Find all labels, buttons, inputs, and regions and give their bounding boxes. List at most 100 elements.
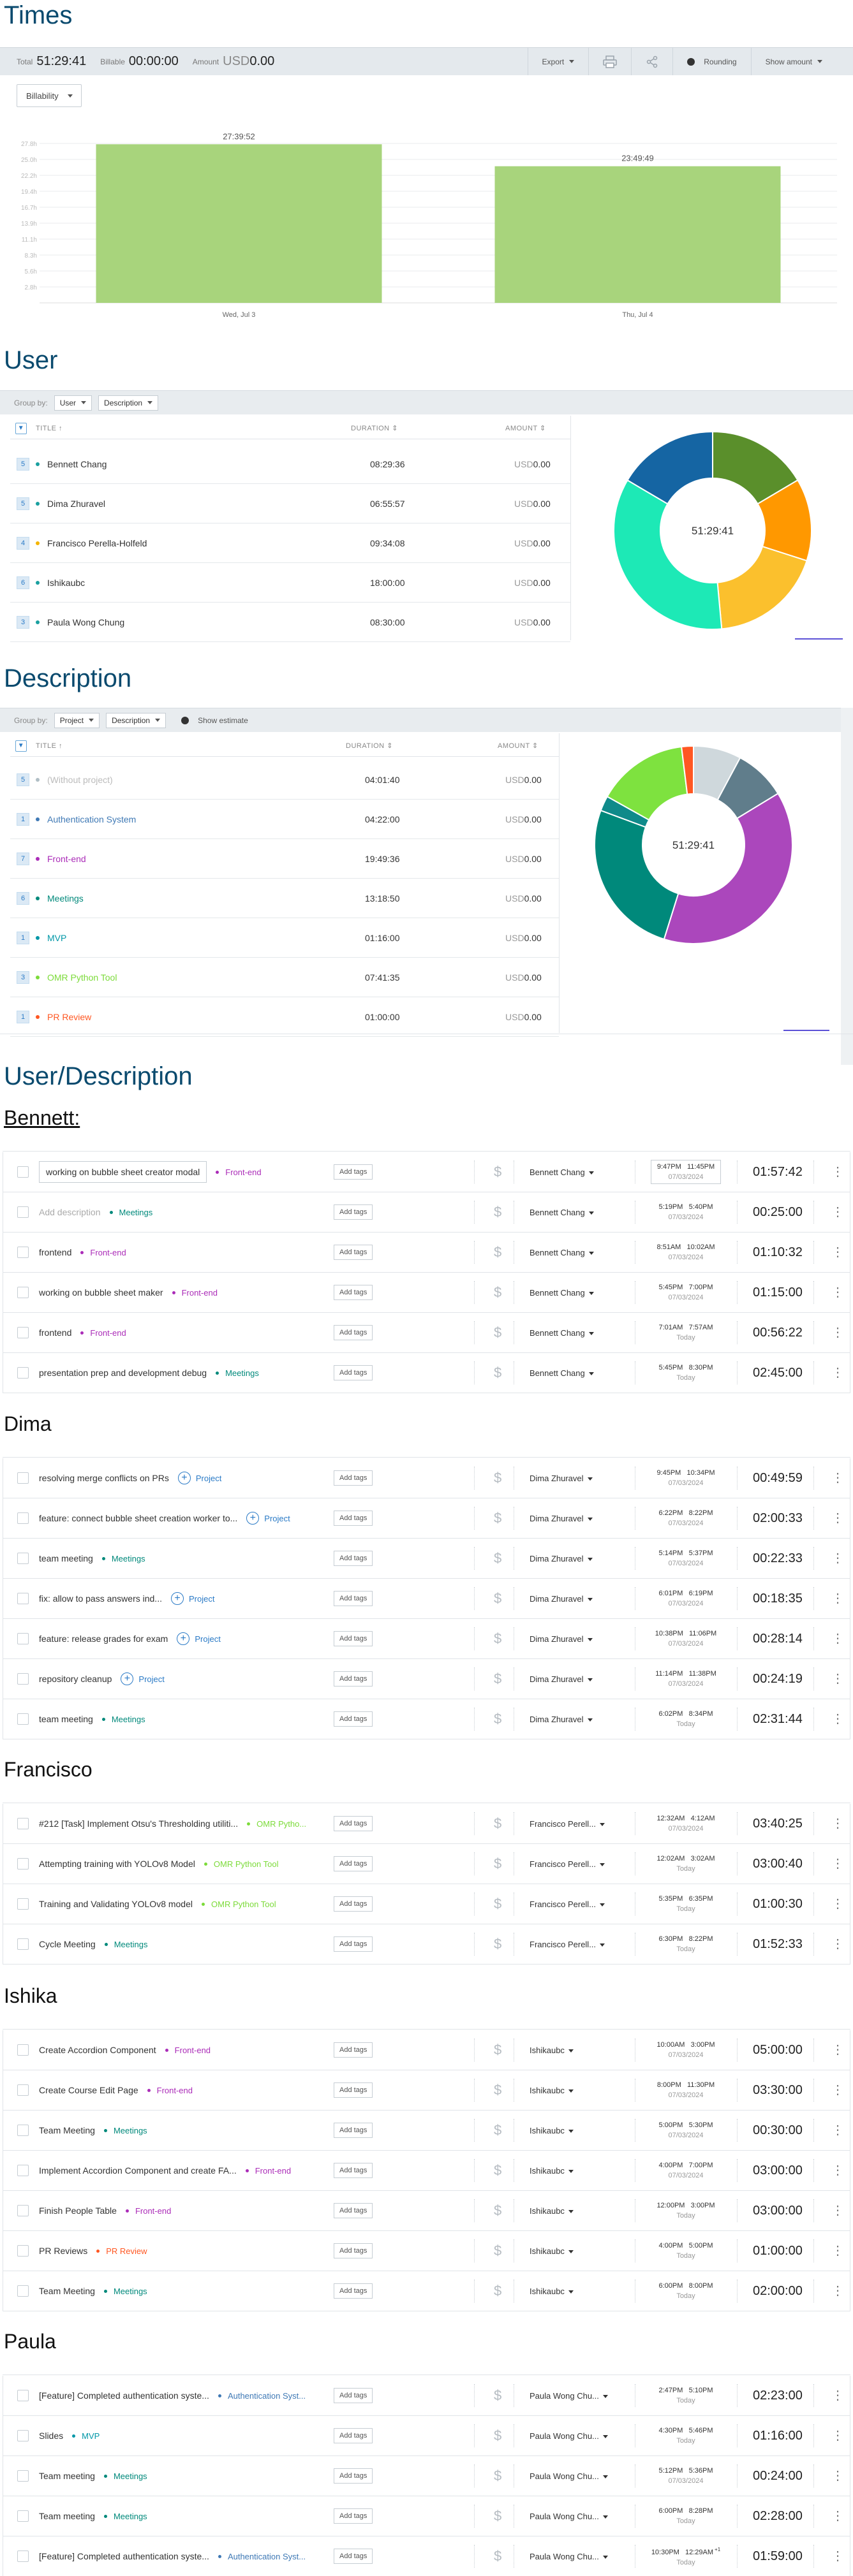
time-entry-row[interactable]: Attempting training with YOLOv8 Model OMR… [3, 1844, 850, 1884]
row-checkbox[interactable] [17, 1673, 29, 1685]
time-entry-row[interactable]: Training and Validating YOLOv8 model OMR … [3, 1884, 850, 1924]
user-select[interactable]: Bennett Chang [530, 1248, 625, 1257]
list-item[interactable]: 1 MVP 01:16:00 USD0.00 [10, 918, 559, 958]
description-input[interactable]: Team meeting [39, 2471, 95, 2481]
end-time[interactable]: 11:45PM [687, 1163, 715, 1171]
project-picker[interactable]: Meetings [216, 1368, 259, 1378]
entry-date[interactable]: 07/03/2024 [651, 1518, 721, 1528]
time-range[interactable]: 5:00PM 5:30PM 07/03/2024 [651, 2120, 721, 2141]
more-options-icon[interactable]: ⋮ [831, 2550, 844, 2563]
list-item[interactable]: 4 Francisco Perella-Holfeld 09:34:08 USD0.0… [10, 523, 570, 563]
more-options-icon[interactable]: ⋮ [831, 1472, 844, 1484]
entry-date[interactable]: 07/03/2024 [651, 1679, 721, 1689]
end-time[interactable]: 5:00PM [689, 2242, 713, 2250]
entry-duration[interactable]: 01:10:32 [753, 1245, 803, 1260]
rounding-toggle[interactable]: Rounding [672, 48, 750, 75]
end-time[interactable]: 5:46PM [689, 2427, 713, 2434]
description-input[interactable]: Attempting training with YOLOv8 Model [39, 1859, 195, 1869]
entry-date[interactable]: 07/03/2024 [651, 1212, 721, 1222]
start-time[interactable]: 6:22PM [658, 1509, 683, 1517]
add-tags-button[interactable]: Add tags [334, 1816, 373, 1831]
end-time[interactable]: 10:34PM [687, 1469, 715, 1477]
time-entry-row[interactable]: working on bubble sheet creator modal Fro… [3, 1152, 850, 1192]
end-time[interactable]: 3:00PM [691, 2041, 715, 2049]
user-select[interactable]: Ishikaubc [530, 2287, 625, 2296]
description-input[interactable]: Cycle Meeting [39, 1939, 96, 1949]
entry-date[interactable]: Today [651, 2251, 721, 2261]
start-time[interactable]: 12:00PM [656, 2202, 685, 2209]
time-range[interactable]: 10:00AM 3:00PM 07/03/2024 [651, 2040, 721, 2060]
start-time[interactable]: 9:47PM [657, 1163, 681, 1171]
start-time[interactable]: 6:30PM [658, 1935, 683, 1943]
bar[interactable] [96, 144, 382, 303]
time-entry-row[interactable]: feature: release grades for exam + Project… [3, 1619, 850, 1659]
entry-duration[interactable]: 00:28:14 [753, 1632, 803, 1646]
description-input[interactable]: fix: allow to pass answers ind... [39, 1593, 162, 1604]
entry-date[interactable]: Today [651, 1333, 721, 1343]
end-time[interactable]: 5:36PM [689, 2467, 713, 2475]
entry-date[interactable]: 07/03/2024 [651, 1558, 721, 1569]
count-badge[interactable]: 1 [17, 1010, 29, 1023]
start-time[interactable]: 8:00PM [657, 2081, 681, 2089]
entry-date[interactable]: Today [651, 1864, 721, 1874]
more-options-icon[interactable]: ⋮ [831, 2510, 844, 2522]
description-input[interactable]: Implement Accordion Component and create… [39, 2165, 237, 2176]
share-button[interactable] [631, 48, 672, 75]
time-range[interactable]: 6:00PM 8:00PM Today [651, 2281, 721, 2301]
project-picker[interactable]: Meetings [103, 2287, 147, 2296]
description-input[interactable]: feature: connect bubble sheet creation w… [39, 1513, 237, 1523]
time-range[interactable]: 12:00PM 3:00PM Today [651, 2200, 721, 2221]
project-picker[interactable]: Meetings [103, 2512, 147, 2521]
time-entry-row[interactable]: Team meeting Meetings Add tags $ Paula Wong … [3, 2496, 850, 2536]
start-time[interactable]: 5:45PM [658, 1284, 683, 1291]
list-item[interactable]: 3 Paula Wong Chung 08:30:00 USD0.00 [10, 603, 570, 642]
project-picker[interactable]: Front-end [245, 2166, 291, 2176]
row-checkbox[interactable] [17, 2510, 29, 2522]
entry-date[interactable]: Today [651, 2558, 721, 2568]
entry-duration[interactable]: 03:00:40 [753, 1857, 803, 1871]
expand-all-button[interactable]: ▼ [15, 740, 27, 752]
add-tags-button[interactable]: Add tags [334, 1591, 373, 1606]
add-tags-button[interactable]: Add tags [334, 2428, 373, 2443]
more-options-icon[interactable]: ⋮ [831, 2389, 844, 2402]
start-time[interactable]: 12:02AM [656, 1855, 685, 1862]
count-badge[interactable]: 5 [17, 773, 29, 786]
time-entry-row[interactable]: team meeting Meetings Add tags $ Dima Zhurav… [3, 1699, 850, 1739]
row-checkbox[interactable] [17, 1898, 29, 1910]
row-checkbox[interactable] [17, 2125, 29, 2136]
group-by-select-2[interactable]: Description [106, 712, 167, 728]
description-input[interactable]: frontend [39, 1247, 71, 1257]
description-input[interactable]: Team meeting [39, 2511, 95, 2521]
show-estimate-toggle[interactable] [181, 716, 189, 724]
list-item[interactable]: 5 Dima Zhuravel 06:55:57 USD0.00 [10, 484, 570, 523]
entry-duration[interactable]: 00:25:00 [753, 1205, 803, 1220]
billable-dollar-icon[interactable]: $ [494, 1164, 501, 1180]
user-select[interactable]: Paula Wong Chu... [530, 2391, 625, 2401]
user-select[interactable]: Francisco Perell... [530, 1819, 625, 1829]
end-time[interactable]: 7:00PM [689, 1284, 713, 1291]
row-checkbox[interactable] [17, 1593, 29, 1604]
user-select[interactable]: Dima Zhuravel [530, 1554, 625, 1563]
row-checkbox[interactable] [17, 2084, 29, 2096]
add-tags-button[interactable]: Add tags [334, 2203, 373, 2218]
add-tags-button[interactable]: Add tags [334, 2123, 373, 2138]
description-input[interactable]: Team Meeting [39, 2125, 95, 2135]
start-time[interactable]: 10:00AM [656, 2041, 685, 2049]
add-tags-button[interactable]: Add tags [334, 1711, 373, 1727]
more-options-icon[interactable]: ⋮ [831, 2285, 844, 2297]
billable-dollar-icon[interactable]: $ [494, 1510, 501, 1526]
project-picker[interactable]: Authentication Syst... [218, 2391, 306, 2401]
entry-date[interactable]: 07/03/2024 [651, 2130, 721, 2141]
billable-dollar-icon[interactable]: $ [494, 2082, 501, 2098]
row-checkbox[interactable] [17, 1206, 29, 1218]
time-entry-row[interactable]: presentation prep and development debug M… [3, 1353, 850, 1393]
row-checkbox[interactable] [17, 1166, 29, 1178]
more-options-icon[interactable]: ⋮ [831, 1206, 844, 1218]
start-time[interactable]: 9:45PM [656, 1469, 681, 1477]
user-select[interactable]: Francisco Perell... [530, 1899, 625, 1909]
project-picker[interactable]: Meetings [101, 1554, 145, 1563]
row-checkbox[interactable] [17, 2205, 29, 2216]
count-badge[interactable]: 6 [17, 891, 29, 905]
end-time[interactable]: 5:40PM [689, 1203, 713, 1211]
start-time[interactable]: 12:32AM [656, 1815, 685, 1822]
